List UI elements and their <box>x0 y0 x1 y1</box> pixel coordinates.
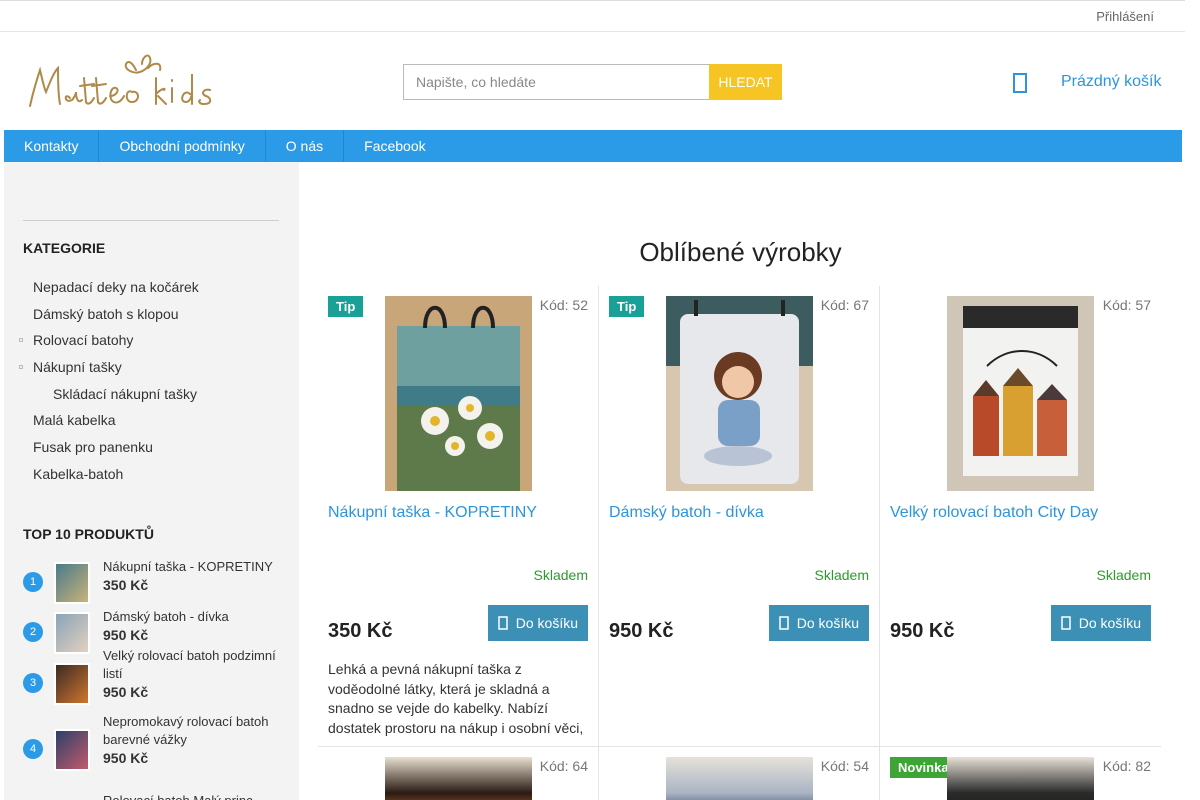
product-card: Tip Kód: 67 Dámský batoh - dívka Skladem… <box>599 286 880 747</box>
category-list: Nepadací deky na kočárek Dámský batoh s … <box>19 274 279 488</box>
top10-product-price: 950 Kč <box>103 627 149 643</box>
product-code: Kód: 82 <box>1102 758 1151 774</box>
product-price: 950 Kč <box>609 620 674 642</box>
product-image[interactable] <box>666 296 813 491</box>
site-logo[interactable] <box>24 48 224 112</box>
category-item[interactable]: Malá kabelka <box>23 407 279 434</box>
category-item[interactable]: Nepadací deky na kočárek <box>23 274 279 301</box>
cart-icon <box>779 616 789 630</box>
product-code: Kód: 52 <box>539 297 588 313</box>
search-button[interactable]: HLEDAT <box>709 64 782 100</box>
add-to-cart-label: Do košíku <box>1078 615 1141 631</box>
nav-item-facebook[interactable]: Facebook <box>344 130 445 162</box>
top10-product-price: 350 Kč <box>103 577 149 593</box>
rank-badge: 3 <box>23 673 43 693</box>
add-to-cart-button[interactable]: Do košíku <box>768 605 869 641</box>
nav-item-obchodni-podminky[interactable]: Obchodní podmínky <box>99 130 266 162</box>
rank-badge: 4 <box>23 739 43 759</box>
rank-badge: 1 <box>23 572 43 592</box>
search-form: HLEDAT <box>403 64 782 100</box>
category-item[interactable]: Kabelka-batoh <box>23 461 279 488</box>
product-photo <box>947 296 1094 491</box>
product-image[interactable] <box>385 757 532 800</box>
add-to-cart-button[interactable]: Do košíku <box>1050 605 1151 641</box>
cart-icon <box>498 616 508 630</box>
category-label: Skládací nákupní tašky <box>53 385 197 402</box>
top10-product-price: 950 Kč <box>103 750 149 766</box>
product-card: Kód: 57 Velký rolovací batoh City Day Sk… <box>880 286 1161 747</box>
stock-status: Skladem <box>814 567 869 583</box>
category-item[interactable]: Nákupní tašky <box>19 354 279 381</box>
add-to-cart-label: Do košíku <box>796 615 859 631</box>
product-thumbnail[interactable] <box>54 562 90 604</box>
category-item[interactable]: Rolovací batohy <box>19 327 279 354</box>
product-thumbnail[interactable] <box>54 729 90 771</box>
matteo-kids-logo <box>29 54 212 107</box>
rank-badge: 2 <box>23 622 43 642</box>
top10-product-name[interactable]: Dámský batoh - dívka <box>103 608 281 626</box>
bullet-icon <box>19 365 23 370</box>
product-name-link[interactable]: Velký rolovací batoh City Day <box>890 504 1150 522</box>
product-price: 350 Kč <box>328 620 393 642</box>
product-image[interactable] <box>947 757 1094 800</box>
product-thumbnail[interactable] <box>54 663 90 705</box>
product-photo <box>666 296 813 491</box>
subcategory-item[interactable]: Skládací nákupní tašky <box>23 381 279 408</box>
top-bar: Přihlášení <box>0 0 1185 32</box>
tip-badge: Tip <box>609 296 645 317</box>
product-code: Kód: 64 <box>539 758 588 774</box>
page-title: Oblíbené výrobky <box>639 237 842 267</box>
stock-status: Skladem <box>533 567 588 583</box>
category-label: Nákupní tašky <box>33 359 122 376</box>
top10-heading: TOP 10 PRODUKTŮ <box>23 526 154 542</box>
category-label: Rolovací batohy <box>33 332 134 349</box>
product-image[interactable] <box>385 296 532 491</box>
category-label: Kabelka-batoh <box>33 465 124 482</box>
nav-item-o-nas[interactable]: O nás <box>266 130 345 162</box>
main-nav: Kontakty Obchodní podmínky O nás Faceboo… <box>4 130 1182 162</box>
product-card: Tip Kód: 52 Nákupní taška - KOPRETINY Sk… <box>318 286 599 747</box>
category-label: Nepadací deky na kočárek <box>33 279 199 295</box>
product-description: Lehká a pevná nákupní taška z voděodolné… <box>328 661 584 736</box>
add-to-cart-label: Do košíku <box>515 615 578 631</box>
login-link[interactable]: Přihlášení <box>1096 9 1154 24</box>
bullet-icon <box>19 338 23 343</box>
product-code: Kód: 67 <box>820 297 869 313</box>
cart-icon[interactable] <box>1012 70 1028 94</box>
product-image[interactable] <box>666 757 813 800</box>
add-to-cart-button[interactable]: Do košíku <box>487 605 588 641</box>
category-label: Fusak pro panenku <box>33 439 153 456</box>
product-name-link[interactable]: Dámský batoh - dívka <box>609 504 869 522</box>
product-code: Kód: 54 <box>820 758 869 774</box>
product-photo <box>385 296 532 491</box>
top10-product-name[interactable]: Rolovací batoh Malý princ <box>103 792 281 800</box>
category-label: Dámský batoh s klopou <box>33 305 179 322</box>
top10-product-name[interactable]: Nákupní taška - KOPRETINY <box>103 558 281 576</box>
top10-product-price: 950 Kč <box>103 684 149 700</box>
product-name-link[interactable]: Nákupní taška - KOPRETINY <box>328 504 588 522</box>
stock-status: Skladem <box>1096 567 1151 583</box>
sidebar-divider <box>23 220 279 221</box>
search-input[interactable] <box>403 64 709 100</box>
top10-product-name[interactable]: Nepromokavý rolovací batoh barevné vážky <box>103 713 281 749</box>
product-code: Kód: 57 <box>1102 297 1151 313</box>
category-item[interactable]: Dámský batoh s klopou <box>23 301 279 328</box>
product-card: Kód: 54 <box>599 747 880 800</box>
category-label: Malá kabelka <box>33 412 116 429</box>
product-card: Kód: 64 <box>318 747 599 800</box>
sidebar: KATEGORIE Nepadací deky na kočárek Dámsk… <box>4 162 299 800</box>
product-image[interactable] <box>947 296 1094 491</box>
product-thumbnail[interactable] <box>54 612 90 654</box>
product-price: 950 Kč <box>890 620 955 642</box>
top10-product-name[interactable]: Velký rolovací batoh podzimní listí <box>103 647 281 683</box>
category-item[interactable]: Fusak pro panenku <box>23 434 279 461</box>
cart-icon <box>1061 616 1071 630</box>
categories-heading: KATEGORIE <box>23 240 106 256</box>
cart-link[interactable]: Prázdný košík <box>1061 73 1161 91</box>
nav-item-kontakty[interactable]: Kontakty <box>4 130 100 162</box>
tip-badge: Tip <box>328 296 364 317</box>
product-card: Novinka Kód: 82 <box>880 747 1161 800</box>
